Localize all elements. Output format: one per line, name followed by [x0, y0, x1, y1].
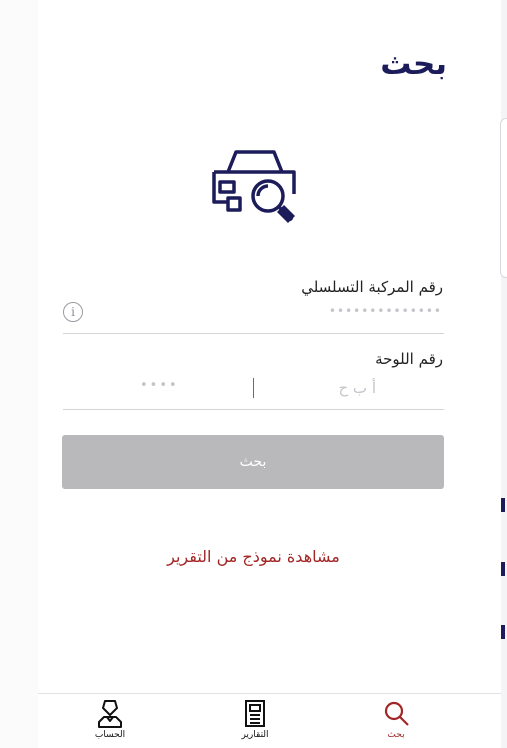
car-search-icon [212, 150, 296, 223]
plate-numbers-placeholder[interactable]: •••• [140, 378, 179, 393]
bottom-tab-bar: الحساب التقارير بحث [38, 693, 501, 748]
vin-label: رقم المركبة التسلسلي [301, 278, 443, 296]
tab-reports-label: التقارير [241, 730, 269, 740]
plate-letters-placeholder[interactable]: أ ب ح [338, 379, 376, 397]
plate-label: رقم اللوحة [375, 350, 443, 368]
edge-marker [501, 625, 505, 639]
tab-search-label: بحث [387, 730, 405, 740]
document-icon [245, 700, 265, 727]
search-icon [384, 701, 409, 726]
info-icon[interactable]: i [63, 302, 83, 322]
tab-reports[interactable]: التقارير [223, 698, 287, 748]
vin-placeholder: •••••••••••••• [328, 304, 442, 318]
vin-input[interactable]: •••••••••••••• i [63, 298, 444, 334]
plate-divider [253, 378, 254, 398]
adjacent-card-edge [500, 118, 507, 278]
page-title: بحث [380, 46, 447, 82]
sample-report-link[interactable]: مشاهدة نموذج من التقرير [0, 547, 507, 566]
search-button[interactable]: بحث [62, 435, 444, 489]
edge-marker [501, 498, 505, 512]
tab-search[interactable]: بحث [364, 698, 428, 748]
tab-account[interactable]: الحساب [78, 698, 142, 748]
user-icon [98, 700, 122, 728]
tab-account-label: الحساب [94, 730, 126, 740]
plate-input[interactable]: أ ب ح •••• [63, 370, 444, 410]
left-edge-panel [0, 0, 38, 748]
